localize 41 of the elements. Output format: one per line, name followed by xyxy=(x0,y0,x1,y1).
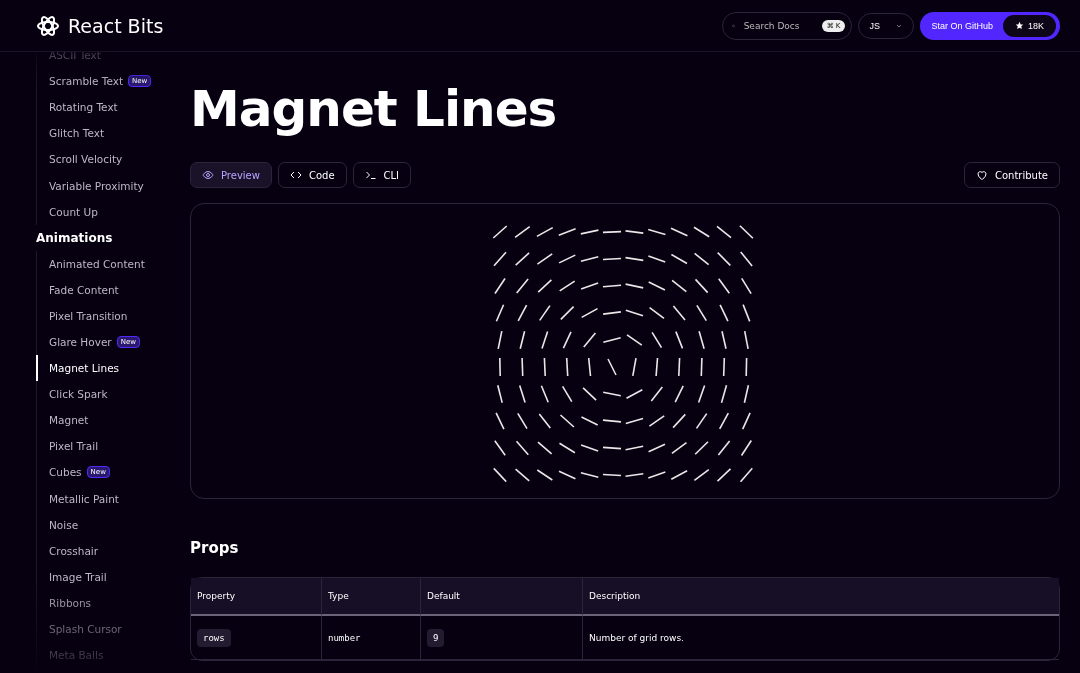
column-header: Default xyxy=(421,578,583,616)
section-heading: Props xyxy=(190,539,240,557)
star-icon xyxy=(1015,21,1024,30)
sidebar-item[interactable]: Ribbons xyxy=(36,589,190,616)
sidebar-item[interactable]: Magnet xyxy=(36,407,190,434)
github-star-button[interactable]: Star On GitHub 18K xyxy=(920,11,1060,40)
contribute-button[interactable]: Contribute xyxy=(964,162,1060,188)
view-tab[interactable]: Preview xyxy=(190,162,272,188)
default-value: 9 xyxy=(427,628,445,647)
sidebar-item[interactable]: Pixel Trail xyxy=(36,433,190,460)
sidebar-item[interactable]: Magnet Lines xyxy=(36,355,190,382)
section-heading: Animations xyxy=(36,229,114,247)
eye-icon xyxy=(202,169,214,181)
search-field[interactable]: Search Docs xyxy=(741,19,816,32)
column-header: Property xyxy=(191,578,322,616)
terminal-icon xyxy=(364,169,377,181)
page-title: Magnet Lines xyxy=(190,79,558,140)
view-tab[interactable]: Code xyxy=(277,162,347,188)
column-header: Type xyxy=(322,578,421,616)
sidebar-item[interactable]: Glitch Text xyxy=(36,120,190,147)
type-text: number xyxy=(328,632,361,643)
sidebar-item[interactable]: Click Spark xyxy=(36,381,190,408)
sidebar-item[interactable]: Rotating Text xyxy=(36,94,190,121)
sidebar-item[interactable]: Splash Cursor xyxy=(36,615,190,643)
sidebar-item[interactable]: Crosshair xyxy=(36,537,190,564)
code-icon xyxy=(289,169,302,181)
heart-icon xyxy=(976,169,988,181)
sidebar-item[interactable]: Metallic Paint xyxy=(36,485,190,512)
star-count: 18K xyxy=(1003,14,1056,37)
sidebar-item[interactable]: Count Up xyxy=(36,198,190,225)
sidebar-item[interactable]: Fade Content xyxy=(36,276,190,303)
description-text: Number of grid rows. xyxy=(589,632,684,643)
sidebar-item[interactable]: Image Trail xyxy=(36,563,190,590)
sidebar-item[interactable]: Animated Content xyxy=(36,250,190,277)
atom-logo-icon xyxy=(36,13,60,38)
sidebar-item[interactable]: Pixel Transition xyxy=(36,302,190,329)
sidebar-item[interactable]: Noise xyxy=(36,511,190,538)
logo-text[interactable]: React Bits xyxy=(68,14,164,37)
prop-name: rows xyxy=(197,628,231,647)
column-header: Description xyxy=(583,578,1059,616)
view-tab[interactable]: CLI xyxy=(352,162,412,188)
